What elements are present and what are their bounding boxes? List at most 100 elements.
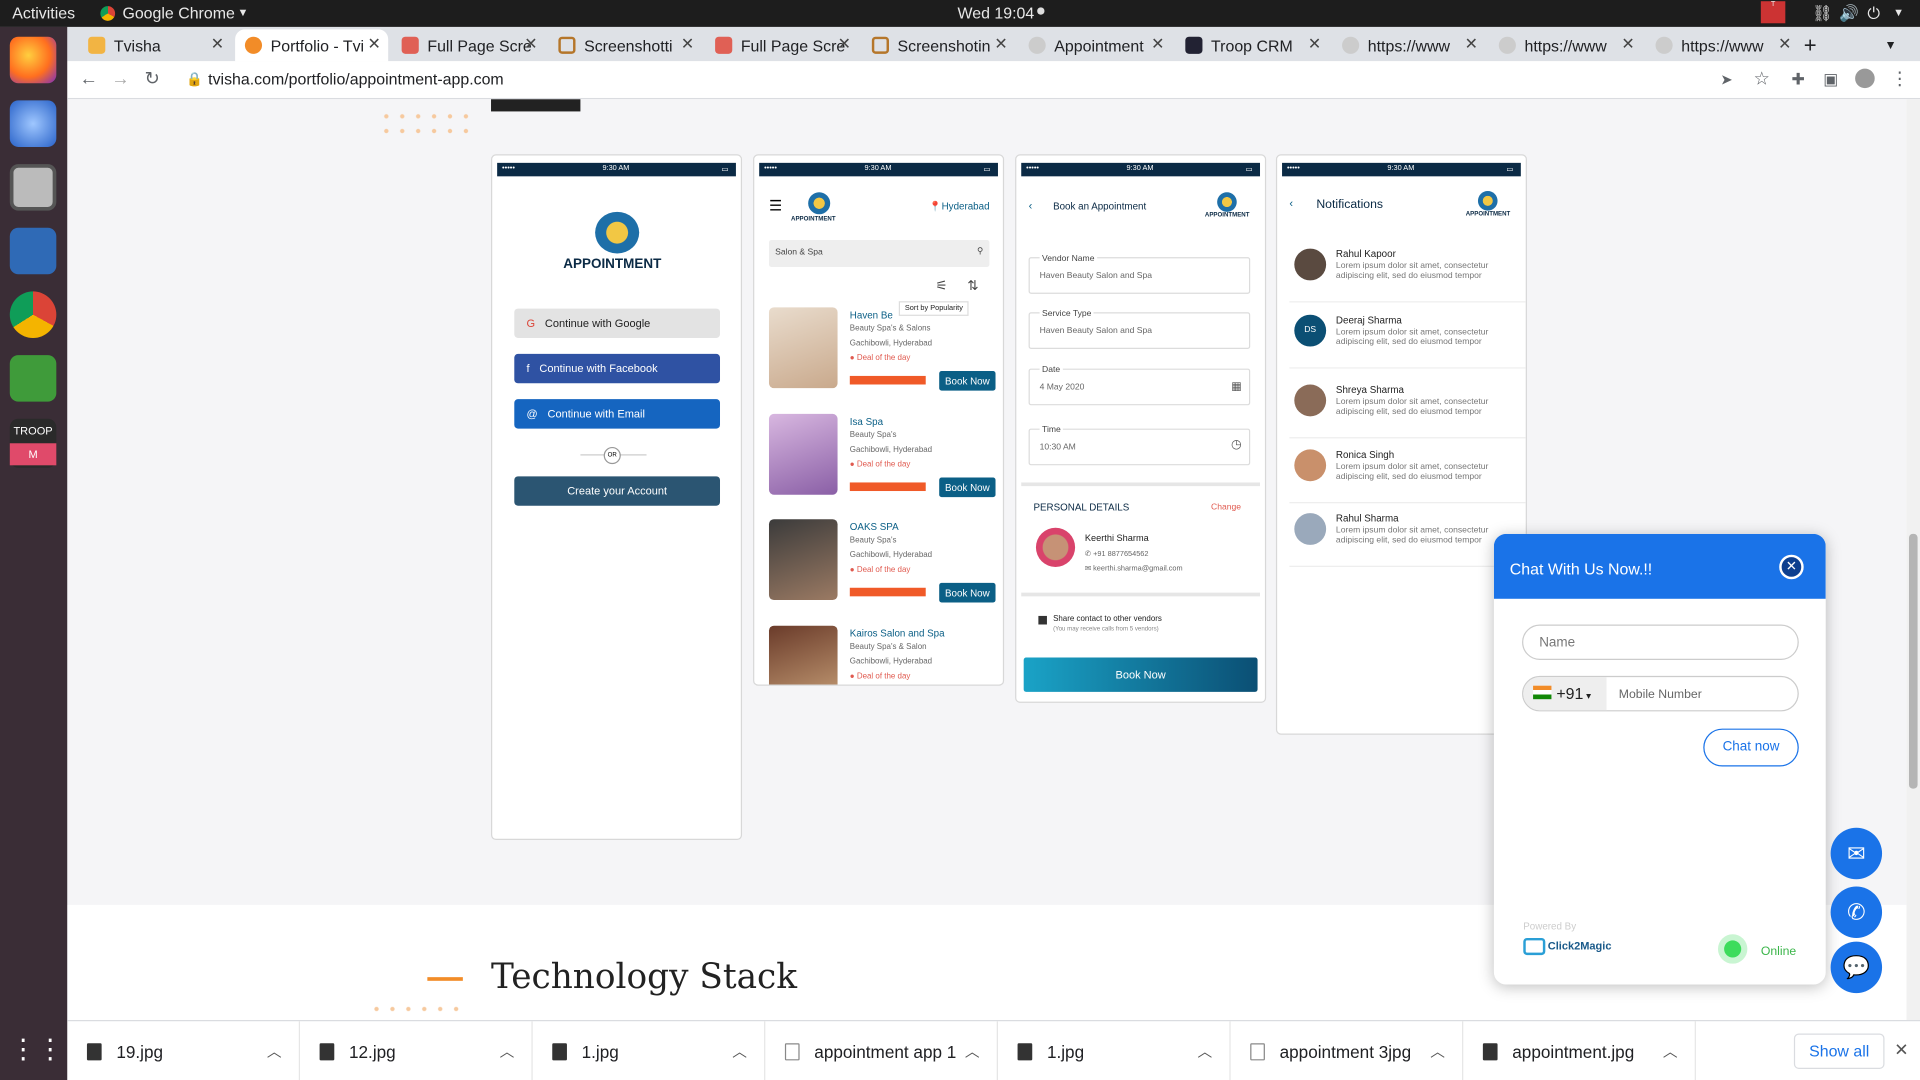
phone-fab-icon[interactable]: ✆ [1830,886,1883,938]
address-bar[interactable]: tvisha.com/portfolio/appointment-app.com [208,69,504,91]
tab-full-page-2[interactable]: Full Page Scre ✕ [705,29,858,61]
close-icon[interactable]: ✕ [367,34,380,54]
chrome-dock-icon[interactable] [9,291,57,338]
chevron-up-icon[interactable]: ︿ [500,1041,515,1062]
chat-name-input[interactable]: Name [1522,624,1799,661]
app-menu[interactable]: Google Chrome [122,4,234,22]
book-now-button[interactable]: Book Now [939,582,996,603]
volume-icon[interactable]: 🔊 [1839,4,1859,24]
download-item[interactable]: 1.jpg ︿ [998,1021,1231,1080]
chevron-down-icon[interactable]: ▼ [1893,6,1904,18]
download-item[interactable]: appointment app 1 ︿ [765,1021,998,1080]
salon-name[interactable]: Kairos Salon and Spa [850,628,945,639]
network-icon[interactable]: ⛓ [1812,4,1832,24]
new-tab-button[interactable]: + [1804,29,1828,61]
writer-icon[interactable] [9,227,57,275]
reload-icon[interactable]: ↻ [144,69,159,91]
facebook-login-button[interactable]: f Continue with Facebook [514,353,721,384]
chat-mobile-input[interactable]: +91 ▾ Mobile Number [1522,675,1799,712]
close-icon[interactable]: ✕ [524,34,537,54]
power-icon[interactable]: ⏻ [1867,4,1880,24]
tab-screenshot-1[interactable]: Screenshotti ✕ [549,29,702,61]
book-now-button[interactable]: Book Now [939,371,996,391]
salon-name[interactable]: Isa Spa [850,416,883,427]
notification-item[interactable]: DS Deeraj Sharma Lorem ipsum dolor sit ame… [1289,302,1526,369]
firefox-icon[interactable] [9,36,57,84]
close-icon[interactable]: ✕ [211,34,224,54]
close-icon[interactable]: ✕ [1151,34,1164,54]
close-icon[interactable]: ✕ [1894,1040,1908,1061]
download-item[interactable]: appointment 3jpg ︿ [1231,1021,1464,1080]
create-account-button[interactable]: Create your Account [514,476,721,506]
chevron-up-icon[interactable]: ︿ [267,1041,282,1062]
files-icon[interactable] [9,164,57,211]
thunderbird-icon[interactable] [9,100,57,147]
tab-troop-crm[interactable]: Troop CRM ✕ [1176,29,1329,61]
send-icon[interactable]: ➤ [1720,69,1732,91]
date-field[interactable]: Date 4 May 2020 ▦ [1028,366,1251,406]
clock[interactable]: Wed 19:04 [958,4,1035,22]
download-item[interactable]: 1.jpg ︿ [533,1021,766,1080]
share-checkbox[interactable] [1038,615,1047,625]
chevron-up-icon[interactable]: ︿ [1663,1041,1678,1062]
extensions-icon[interactable]: ✚ [1791,69,1804,91]
chevron-up-icon[interactable]: ︿ [1430,1041,1445,1062]
hamburger-menu-icon[interactable]: ☰ [769,197,782,214]
tab-full-page-1[interactable]: Full Page Scre ✕ [392,29,545,61]
calc-icon[interactable] [9,355,57,402]
close-icon[interactable]: ✕ [1778,34,1791,54]
vendor-name-field[interactable]: Vendor Name Haven Beauty Salon and Spa [1028,254,1251,294]
back-arrow-icon[interactable]: ‹ [1289,197,1293,209]
close-icon[interactable]: ✕ [1308,34,1321,54]
book-now-button[interactable]: Book Now [939,477,996,498]
back-arrow-icon[interactable]: ‹ [1029,200,1033,212]
chevron-up-icon[interactable]: ︿ [1198,1041,1213,1062]
download-item[interactable]: 12.jpg ︿ [300,1021,533,1080]
download-item[interactable]: 19.jpg ︿ [67,1021,301,1080]
page-scrollbar[interactable] [1906,99,1920,1021]
close-icon[interactable]: ✕ [1779,554,1804,580]
chat-now-button[interactable]: Chat now [1703,728,1799,767]
close-icon[interactable]: ✕ [681,34,694,54]
change-link[interactable]: Change [1211,503,1241,512]
menu-icon[interactable]: ⋮ [1891,69,1909,91]
notification-item[interactable]: Rahul Sharma Lorem ipsum dolor sit amet, … [1289,501,1526,567]
chevron-up-icon[interactable]: ︿ [965,1041,980,1062]
tab-url-3[interactable]: https://www ✕ [1646,29,1799,61]
search-input[interactable]: Salon & Spa ⚲ [768,240,990,267]
sort-icon[interactable]: ⇅ [967,278,978,294]
chat-fab-icon[interactable]: 💬 [1830,941,1883,994]
show-all-button[interactable]: Show all [1793,1033,1885,1069]
star-icon[interactable]: ☆ [1753,69,1769,91]
tab-tvisha[interactable]: Tvisha ✕ [78,29,231,61]
side-panel-icon[interactable]: ▣ [1823,69,1838,91]
close-icon[interactable]: ✕ [994,34,1007,54]
forward-icon[interactable]: → [111,69,129,91]
app-grid-icon[interactable]: ⋮⋮⋮ [10,1029,91,1071]
profile-avatar[interactable] [1855,68,1875,89]
book-now-button[interactable]: Book Now [1023,657,1258,692]
notification-item[interactable]: Shreya Sharma Lorem ipsum dolor sit amet,… [1289,372,1526,439]
filter-icon[interactable]: ⚟ [936,278,948,294]
tab-portfolio[interactable]: Portfolio - Tvi ✕ [235,29,389,62]
scrollbar-thumb[interactable] [1908,533,1918,789]
google-login-button[interactable]: G Continue with Google [514,308,721,338]
salon-name[interactable]: OAKS SPA [850,522,899,533]
tab-appointment[interactable]: Appointment ✕ [1019,29,1172,61]
activities-button[interactable]: Activities [12,4,75,22]
tab-screenshot-2[interactable]: Screenshotin ✕ [862,29,1015,61]
troop-tray-icon[interactable]: T [1760,1,1786,24]
email-login-button[interactable]: @ Continue with Email [514,399,721,429]
close-icon[interactable]: ✕ [1465,34,1478,54]
back-icon[interactable]: ← [80,69,98,91]
location-label[interactable]: 📍Hyderabad [929,201,989,212]
chevron-up-icon[interactable]: ︿ [732,1041,747,1062]
notification-item[interactable]: Rahul Kapoor Lorem ipsum dolor sit amet, … [1289,236,1526,303]
download-item[interactable]: appointment.jpg ︿ [1463,1021,1696,1080]
tab-url-2[interactable]: https://www ✕ [1489,29,1642,61]
country-code-select[interactable]: +91 ▾ [1523,677,1607,711]
service-type-field[interactable]: Service Type Haven Beauty Salon and Spa [1028,309,1251,349]
lock-icon[interactable]: 🔒 [186,69,203,91]
email-fab-icon[interactable]: ✉ [1830,827,1883,880]
notification-item[interactable]: Ronica Singh Lorem ipsum dolor sit amet, … [1289,437,1526,504]
